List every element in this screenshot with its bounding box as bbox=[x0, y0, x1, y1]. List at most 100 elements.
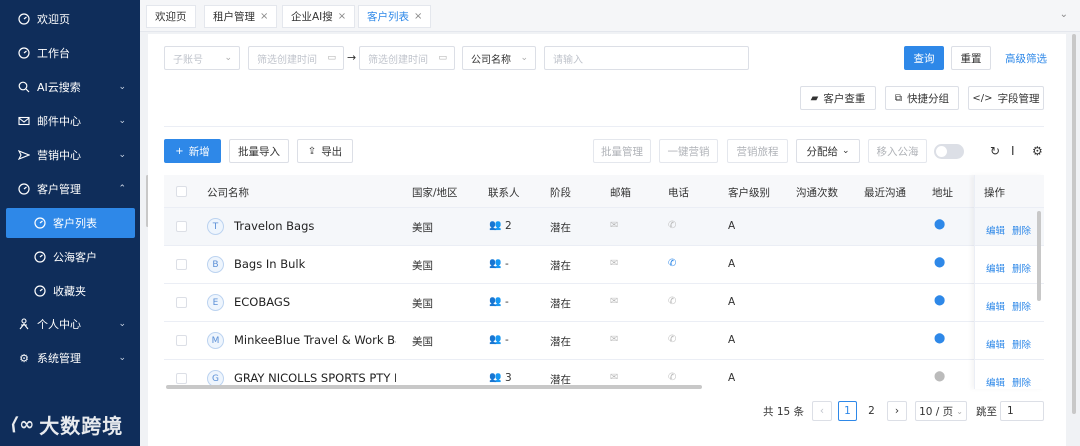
table-row[interactable]: E ECOBAGS 美国 👥 - 潜在 ✉ ✆ A ⬤ bbox=[164, 284, 1044, 322]
mail-icon[interactable]: ✉ bbox=[610, 334, 618, 345]
tab-bar: 欢迎页 租户管理 × 企业AI搜 × 客户列表 × ⌄ bbox=[140, 0, 1080, 32]
edit-link[interactable]: 编辑 bbox=[986, 375, 1005, 389]
edit-link[interactable]: 编辑 bbox=[986, 299, 1005, 313]
new-button[interactable]: + 新增 bbox=[164, 139, 221, 163]
advanced-filter-link[interactable]: 高级筛选 bbox=[1005, 51, 1047, 66]
location-pin-icon[interactable]: ⬤ bbox=[934, 219, 945, 230]
text-cursor-icon[interactable]: I bbox=[1011, 144, 1015, 158]
sidebar-item-marketing[interactable]: 营销中心 ⌄ bbox=[0, 140, 140, 170]
page-size-select[interactable]: 10 / 页 ⌄ bbox=[915, 401, 967, 421]
delete-link[interactable]: 删除 bbox=[1012, 337, 1031, 351]
tab-welcome[interactable]: 欢迎页 bbox=[146, 5, 196, 28]
mail-icon[interactable]: ✉ bbox=[610, 296, 618, 307]
page-scrollbar[interactable] bbox=[1072, 34, 1076, 414]
company-name[interactable]: Bags In Bulk bbox=[234, 257, 394, 271]
contacts-icon: 👥 bbox=[489, 334, 502, 345]
phone-icon[interactable]: ✆ bbox=[668, 296, 676, 307]
chevron-down-icon[interactable]: ⌄ bbox=[1060, 9, 1068, 20]
row-checkbox[interactable] bbox=[176, 259, 187, 270]
one-click-marketing-button[interactable]: 一键营销 bbox=[659, 139, 718, 163]
refresh-icon[interactable]: ↻ bbox=[990, 144, 1000, 158]
company-avatar: T bbox=[207, 218, 224, 235]
marketing-journey-button[interactable]: 营销旅程 bbox=[727, 139, 788, 163]
close-icon[interactable]: × bbox=[338, 11, 346, 22]
location-pin-icon[interactable]: ⬤ bbox=[934, 295, 945, 306]
row-checkbox[interactable] bbox=[176, 221, 187, 232]
sidebar-item-personal[interactable]: 个人中心 ⌄ bbox=[0, 309, 140, 339]
location-pin-icon[interactable]: ⬤ bbox=[934, 371, 945, 382]
sidebar-subitem-customer-list[interactable]: 客户列表 bbox=[6, 208, 135, 238]
delete-link[interactable]: 删除 bbox=[1012, 299, 1031, 313]
sidebar-item-workbench[interactable]: 工作台 bbox=[0, 38, 140, 68]
location-pin-icon[interactable]: ⬤ bbox=[934, 333, 945, 344]
mail-icon[interactable]: ✉ bbox=[610, 220, 618, 231]
edit-link[interactable]: 编辑 bbox=[986, 261, 1005, 275]
row-checkbox[interactable] bbox=[176, 373, 187, 384]
row-checkbox[interactable] bbox=[176, 335, 187, 346]
start-date-input[interactable]: 筛选创建时间 ▭ bbox=[248, 46, 344, 70]
assign-dropdown[interactable]: 分配给 ⌄ bbox=[796, 139, 860, 163]
company-field-select[interactable]: 公司名称 ⌄ bbox=[462, 46, 536, 70]
company-name[interactable]: Travelon Bags bbox=[234, 219, 394, 233]
delete-link[interactable]: 删除 bbox=[1012, 223, 1031, 237]
prev-page-button[interactable]: ‹ bbox=[812, 401, 832, 421]
company-name[interactable]: GRAY NICOLLS SPORTS PTY LTD bbox=[234, 371, 396, 385]
tab-customer-list[interactable]: 客户列表 × bbox=[358, 5, 432, 28]
company-name[interactable]: MinkeeBlue Travel & Work Bag bbox=[234, 333, 396, 347]
phone-icon[interactable]: ✆ bbox=[668, 258, 676, 269]
contacts-count[interactable]: 2 bbox=[505, 220, 512, 232]
end-date-input[interactable]: 筛选创建时间 ▭ bbox=[359, 46, 455, 70]
contacts-count[interactable]: - bbox=[505, 296, 509, 308]
sidebar-subitem-public-pool[interactable]: 公海客户 bbox=[0, 242, 140, 272]
mail-icon[interactable]: ✉ bbox=[610, 258, 618, 269]
sidebar-item-mail[interactable]: 邮件中心 ⌄ bbox=[0, 106, 140, 136]
batch-import-button[interactable]: 批量导入 bbox=[229, 139, 289, 163]
query-button[interactable]: 查询 bbox=[904, 46, 944, 70]
search-icon bbox=[18, 81, 30, 93]
company-name[interactable]: ECOBAGS bbox=[234, 295, 394, 309]
tab-tenant[interactable]: 租户管理 × bbox=[204, 5, 278, 28]
mail-icon[interactable]: ✉ bbox=[610, 372, 618, 383]
tab-enterprise-ai[interactable]: 企业AI搜 × bbox=[282, 5, 356, 28]
close-icon[interactable]: × bbox=[260, 11, 268, 22]
dedupe-button[interactable]: ▰ 客户查重 bbox=[800, 86, 876, 110]
export-button[interactable]: ⇪ 导出 bbox=[297, 139, 353, 163]
select-all-checkbox[interactable] bbox=[176, 186, 187, 197]
sidebar-subitem-favorites[interactable]: 收藏夹 bbox=[0, 276, 140, 306]
sidebar-item-customers[interactable]: 客户管理 ⌃ bbox=[0, 174, 140, 204]
table-horizontal-scrollbar[interactable] bbox=[166, 385, 702, 389]
reset-button[interactable]: 重置 bbox=[951, 46, 991, 70]
table-row[interactable]: T Travelon Bags 美国 👥 2 潜在 ✉ ✆ A ⬤ bbox=[164, 208, 1044, 246]
table-row[interactable]: M MinkeeBlue Travel & Work Bag 美国 👥 - 潜在… bbox=[164, 322, 1044, 360]
sub-account-select[interactable]: 子账号 ⌄ bbox=[164, 46, 240, 70]
quick-group-button[interactable]: ⧉ 快捷分组 bbox=[885, 86, 959, 110]
edit-link[interactable]: 编辑 bbox=[986, 337, 1005, 351]
phone-icon[interactable]: ✆ bbox=[668, 372, 676, 383]
batch-manage-button[interactable]: 批量管理 bbox=[593, 139, 651, 163]
page-2-button[interactable]: 2 bbox=[862, 401, 881, 421]
sidebar-item-system[interactable]: ⚙ 系统管理 ⌄ bbox=[0, 343, 140, 373]
contacts-count[interactable]: - bbox=[505, 258, 509, 270]
goto-page-input[interactable]: 1 bbox=[1000, 401, 1044, 421]
table-vertical-scrollbar[interactable] bbox=[1037, 211, 1041, 301]
toggle-switch[interactable] bbox=[934, 144, 964, 159]
phone-icon[interactable]: ✆ bbox=[668, 220, 676, 231]
move-to-pool-button[interactable]: 移入公海 bbox=[868, 139, 927, 163]
contacts-count[interactable]: - bbox=[505, 334, 509, 346]
delete-link[interactable]: 删除 bbox=[1012, 375, 1031, 389]
delete-link[interactable]: 删除 bbox=[1012, 261, 1031, 275]
row-checkbox[interactable] bbox=[176, 297, 187, 308]
field-manage-button[interactable]: </> 字段管理 bbox=[968, 86, 1044, 110]
edit-link[interactable]: 编辑 bbox=[986, 223, 1005, 237]
keyword-input[interactable]: 请输入 bbox=[544, 46, 749, 70]
location-pin-icon[interactable]: ⬤ bbox=[934, 257, 945, 268]
close-icon[interactable]: × bbox=[414, 11, 422, 22]
table-row[interactable]: B Bags In Bulk 美国 👥 - 潜在 ✉ ✆ A ⬤ bbox=[164, 246, 1044, 284]
sidebar-item-welcome[interactable]: 欢迎页 bbox=[0, 4, 140, 34]
gear-icon[interactable]: ⚙ bbox=[1032, 144, 1043, 158]
page-1-button[interactable]: 1 bbox=[838, 401, 857, 421]
contacts-count[interactable]: 3 bbox=[505, 372, 512, 384]
sidebar-item-ai-search[interactable]: AI云搜索 ⌄ bbox=[0, 72, 140, 102]
next-page-button[interactable]: › bbox=[887, 401, 907, 421]
phone-icon[interactable]: ✆ bbox=[668, 334, 676, 345]
